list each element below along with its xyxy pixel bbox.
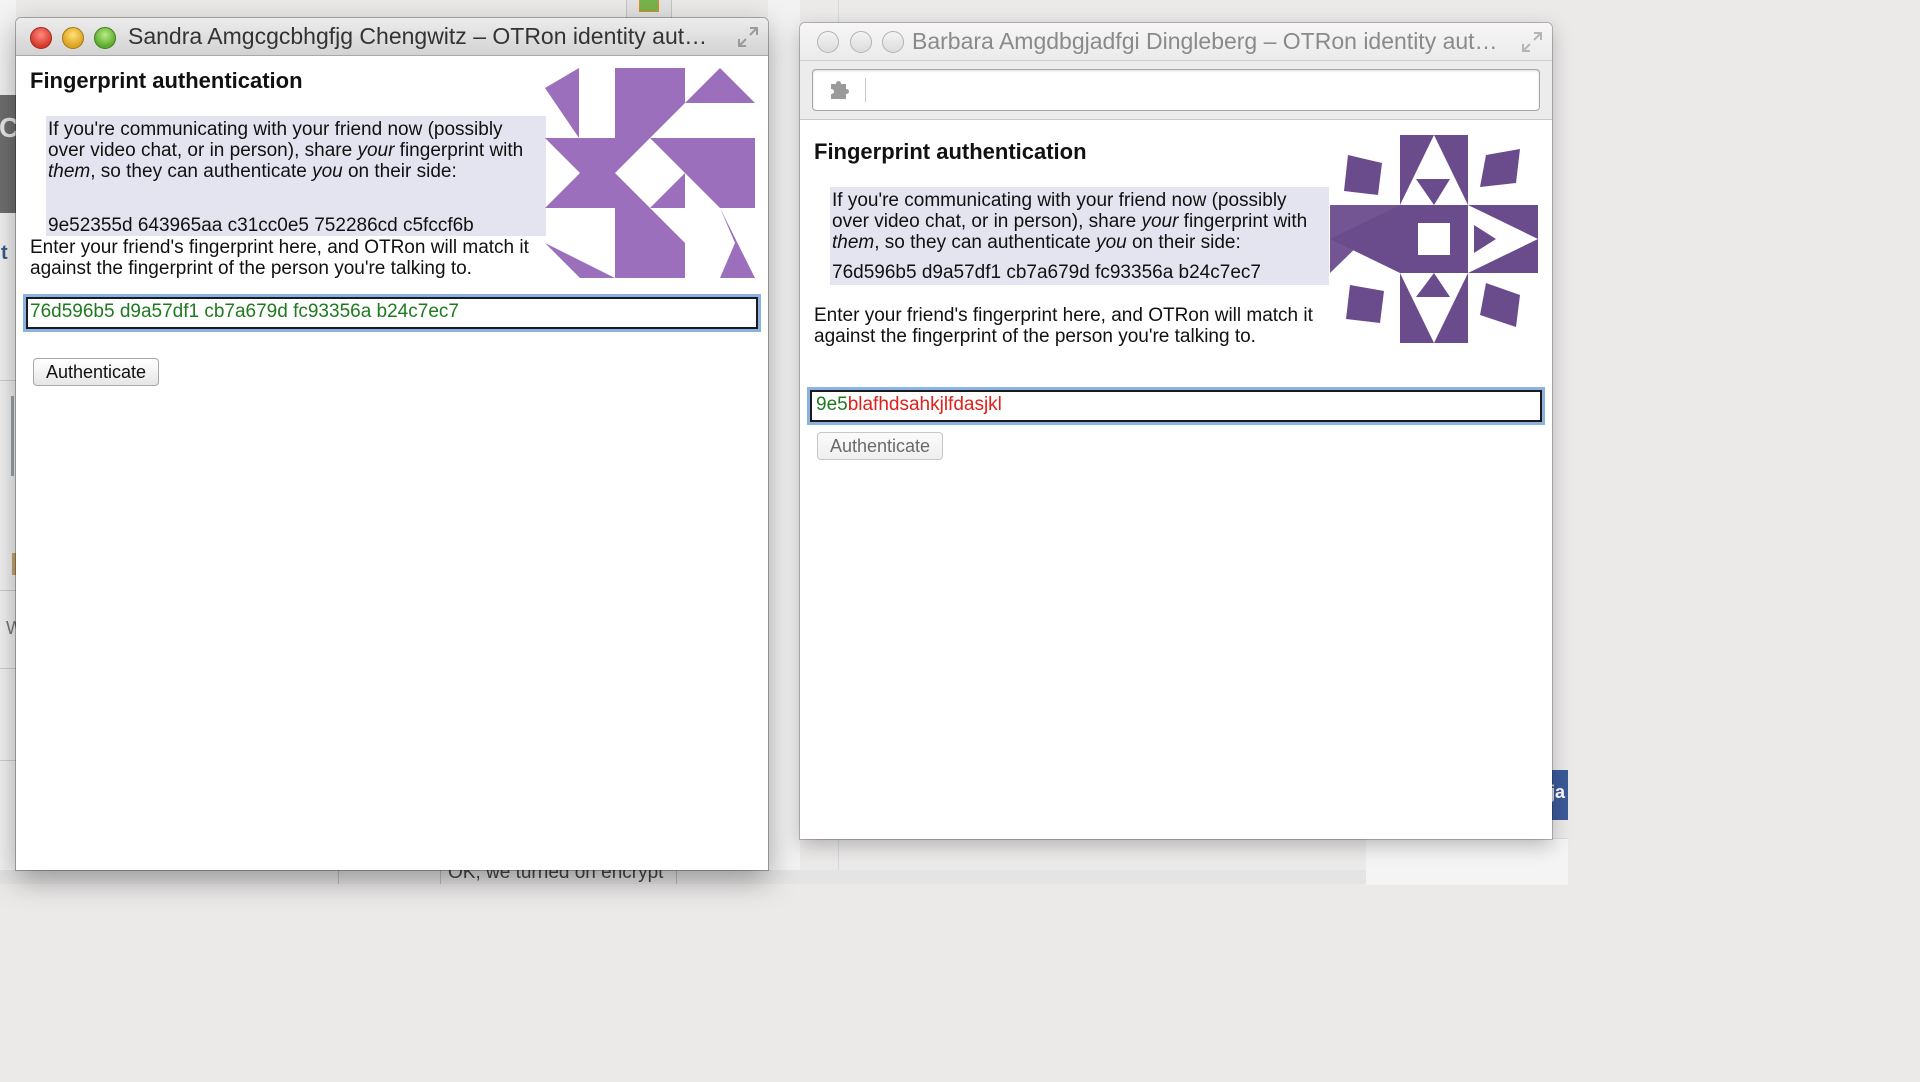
page-title: Fingerprint authentication	[30, 68, 303, 93]
zoom-window-button[interactable]	[94, 27, 116, 49]
url-input[interactable]	[873, 76, 1477, 104]
browser-toolbar	[800, 61, 1552, 120]
background-tab	[626, 0, 672, 19]
background-page-left: Ct W	[0, 0, 23, 884]
friend-fingerprint-input[interactable]: 9e5blafhdsahkjlfdasjkl	[816, 394, 1002, 416]
my-fingerprint: 76d596b5 d9a57df1 cb7a679d fc93356a b24c…	[832, 262, 1261, 283]
background-page-gap	[768, 0, 800, 884]
otron-auth-window-barbara: Barbara Amgdbgjadfgi Dingleberg – OTRon …	[800, 23, 1552, 839]
enter-fingerprint-instructions: Enter your friend's fingerprint here, an…	[814, 305, 1313, 347]
authenticate-button[interactable]: Authenticate	[33, 358, 160, 386]
auth-panel: Fingerprint authentication If you're com…	[800, 120, 1552, 839]
enter-fingerprint-instructions: Enter your friend's fingerprint here, an…	[30, 237, 529, 279]
address-bar[interactable]	[812, 69, 1540, 111]
fullscreen-icon[interactable]	[1520, 30, 1544, 54]
zoom-window-button[interactable]	[882, 31, 904, 53]
share-instructions: If you're communicating with your friend…	[832, 190, 1308, 253]
share-instructions: If you're communicating with your friend…	[48, 119, 524, 182]
authenticate-button[interactable]: Authenticate	[817, 432, 944, 460]
window-title: Barbara Amgdbgjadfgi Dingleberg – OTRon …	[912, 28, 1498, 54]
close-window-button[interactable]	[30, 27, 52, 49]
share-fingerprint-box: If you're communicating with your friend…	[830, 187, 1329, 285]
otron-auth-window-sandra: Sandra Amgcgcbhgfjg Chengwitz – OTRon id…	[16, 18, 768, 870]
friend-fingerprint-field[interactable]	[26, 297, 758, 329]
share-fingerprint-box: If you're communicating with your friend…	[46, 116, 546, 236]
close-window-button[interactable]	[817, 31, 839, 53]
background-page-bottom: OK, we turned on encrypt	[0, 862, 1568, 884]
window-title: Sandra Amgcgcbhgfjg Chengwitz – OTRon id…	[128, 23, 708, 49]
window-titlebar[interactable]: Sandra Amgcgcbhgfjg Chengwitz – OTRon id…	[16, 18, 768, 56]
window-titlebar[interactable]: Barbara Amgdbgjadfgi Dingleberg – OTRon …	[800, 23, 1552, 61]
friend-fingerprint-field[interactable]: 9e5blafhdsahkjlfdasjkl	[810, 390, 1542, 422]
identicon-image	[1330, 135, 1538, 343]
auth-panel: Fingerprint authentication If you're com…	[16, 56, 768, 870]
mismatch-text: blafhdsahkjlfdasjkl	[847, 394, 1002, 415]
minimize-window-button[interactable]	[62, 27, 84, 49]
puzzle-icon	[831, 81, 849, 99]
minimize-window-button[interactable]	[850, 31, 872, 53]
friend-fingerprint-input[interactable]	[30, 300, 730, 324]
fullscreen-icon[interactable]	[736, 25, 760, 49]
my-fingerprint: 9e52355d 643965aa c31cc0e5 752286cd c5fc…	[48, 215, 474, 236]
identicon-image	[545, 68, 755, 278]
page-title: Fingerprint authentication	[814, 139, 1087, 164]
matching-prefix: 9e5	[816, 394, 848, 415]
